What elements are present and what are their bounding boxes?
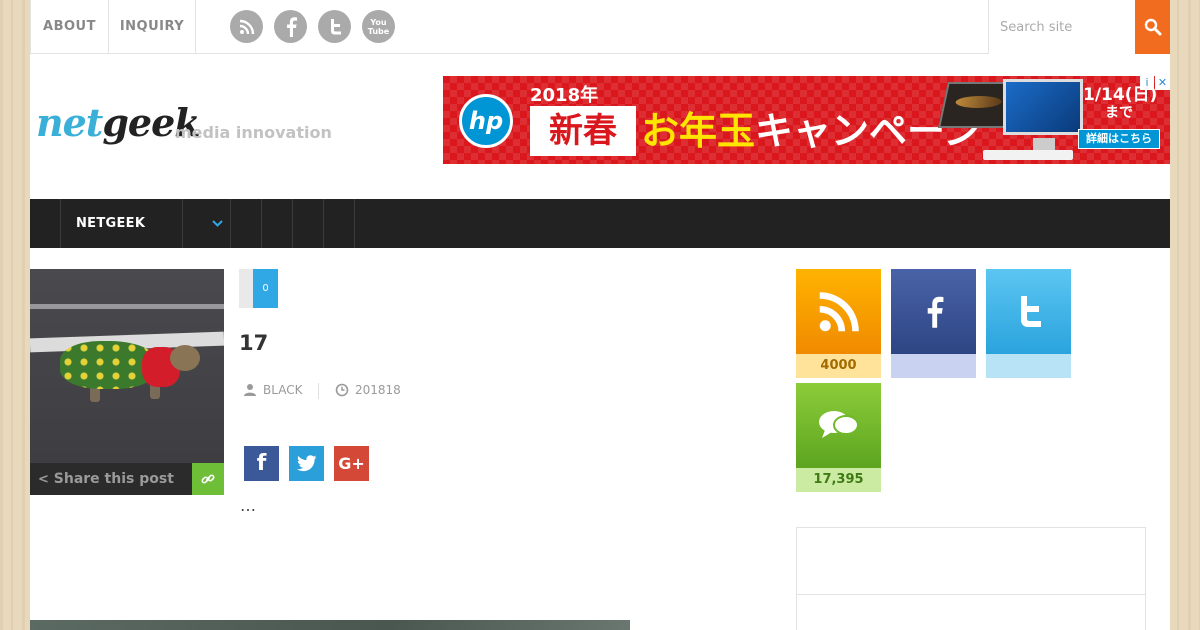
rss-icon bbox=[796, 269, 881, 354]
search-input[interactable] bbox=[989, 0, 1135, 54]
share-googleplus-button[interactable]: G+ bbox=[334, 446, 369, 481]
date-text: 201818 bbox=[355, 383, 401, 397]
sidebar-facebook-box[interactable] bbox=[891, 269, 976, 378]
nav-divider bbox=[323, 199, 324, 248]
facebook-count bbox=[891, 354, 976, 378]
logo-net: net bbox=[36, 100, 103, 145]
author-link[interactable]: BLACK bbox=[263, 383, 302, 397]
sidebar-rss-box[interactable]: 4000 bbox=[796, 269, 881, 378]
search-box bbox=[988, 0, 1135, 54]
sidebar-comments-box[interactable]: 17,395 bbox=[796, 383, 881, 492]
comments-icon bbox=[796, 383, 881, 468]
twitter-icon[interactable] bbox=[318, 10, 351, 43]
hp-logo: hp bbox=[459, 94, 513, 148]
nav-divider bbox=[60, 199, 61, 248]
post-date: 201818 bbox=[335, 383, 401, 397]
share-twitter-button[interactable] bbox=[289, 446, 324, 481]
comments-count: 17,395 bbox=[796, 468, 881, 492]
nav-divider bbox=[261, 199, 262, 248]
ad-date: 1/14(日) まで bbox=[1083, 86, 1157, 122]
facebook-icon bbox=[891, 269, 976, 354]
twitter-count bbox=[986, 354, 1071, 378]
nav-divider bbox=[230, 199, 231, 248]
twitter-bird-icon bbox=[296, 455, 316, 472]
ad-detail-button[interactable]: 詳細はこちら bbox=[1078, 129, 1160, 149]
ad-banner[interactable]: hp 2018年 新春 お年玉キャンペーン 1/14(日) まで 詳細はこちら … bbox=[443, 76, 1170, 164]
ad-close-icon[interactable]: ✕ bbox=[1155, 76, 1170, 90]
link-icon bbox=[201, 474, 215, 484]
googleplus-icon: G+ bbox=[338, 454, 365, 473]
post-thumbnail[interactable]: < Share this post bbox=[30, 269, 224, 495]
main-nav: NETGEEK bbox=[30, 199, 1170, 248]
ad-headline: お年玉キャンペーン bbox=[641, 105, 981, 157]
share-facebook-button[interactable]: f bbox=[244, 446, 279, 481]
nav-divider bbox=[182, 199, 183, 248]
facebook-icon: f bbox=[256, 451, 267, 476]
ad-date-suffix: まで bbox=[1105, 105, 1133, 121]
ad-headline-yellow: お年玉 bbox=[641, 109, 756, 153]
share-icon: < bbox=[38, 472, 49, 487]
chevron-down-icon bbox=[211, 220, 223, 227]
comment-bubble-tab bbox=[239, 269, 253, 308]
permalink-button[interactable] bbox=[192, 463, 224, 495]
keyboard-image bbox=[983, 150, 1073, 160]
youtube-icon[interactable]: You Tube bbox=[362, 10, 395, 43]
ad-headline-box: 新春 bbox=[530, 106, 636, 156]
nav-divider bbox=[292, 199, 293, 248]
post-excerpt: … bbox=[240, 496, 256, 515]
youtube-text: You Tube bbox=[367, 17, 390, 36]
top-bar: ABOUT INQUIRY You Tube bbox=[30, 0, 1170, 54]
search-button[interactable] bbox=[1135, 0, 1170, 54]
comment-count[interactable]: 0 bbox=[253, 269, 278, 308]
facebook-icon[interactable] bbox=[274, 10, 307, 43]
post-author: BLACK bbox=[243, 383, 302, 397]
rss-icon[interactable] bbox=[230, 10, 263, 43]
thumbnail-image bbox=[30, 269, 224, 463]
nav-link-inquiry[interactable]: INQUIRY bbox=[108, 0, 196, 54]
ad-info-icon[interactable]: i bbox=[1140, 76, 1154, 90]
search-icon bbox=[1144, 18, 1161, 36]
next-post-thumbnail[interactable] bbox=[30, 620, 630, 630]
nav-divider bbox=[354, 199, 355, 248]
twitter-icon bbox=[986, 269, 1071, 354]
share-label: Share this post bbox=[53, 471, 174, 487]
clock-icon bbox=[335, 383, 349, 397]
ad-year: 2018年 bbox=[530, 85, 599, 106]
post-title[interactable]: 17 bbox=[239, 331, 268, 355]
nav-item-netgeek[interactable]: NETGEEK bbox=[76, 199, 145, 248]
nav-dropdown[interactable] bbox=[204, 199, 230, 248]
rss-count: 4000 bbox=[796, 354, 881, 378]
share-this-post[interactable]: < Share this post bbox=[30, 463, 192, 495]
nav-link-about[interactable]: ABOUT bbox=[30, 0, 108, 54]
sidebar-widget bbox=[796, 527, 1146, 630]
site-tagline: media innovation bbox=[175, 123, 332, 142]
user-icon bbox=[244, 384, 256, 396]
page: ABOUT INQUIRY You Tube netgeek media inn… bbox=[30, 0, 1170, 630]
meta-divider bbox=[318, 383, 319, 399]
widget-divider bbox=[797, 594, 1145, 595]
monitor-image bbox=[1003, 79, 1083, 135]
sidebar-twitter-box[interactable] bbox=[986, 269, 1071, 378]
